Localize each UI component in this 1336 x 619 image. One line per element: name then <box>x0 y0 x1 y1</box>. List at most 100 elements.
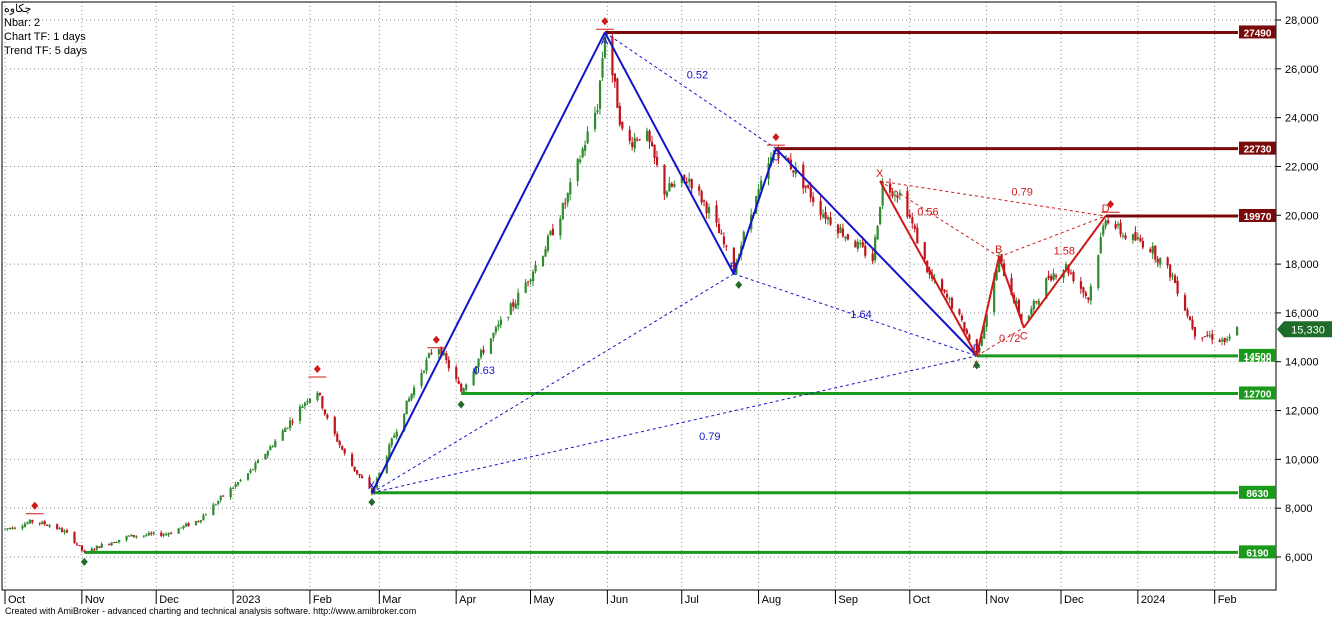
candle-body <box>551 228 555 236</box>
candle-body <box>46 525 49 527</box>
red-pattern-point-label: X <box>876 168 884 180</box>
candle-body <box>219 496 222 501</box>
candle-body <box>395 431 398 437</box>
candle-body <box>358 473 361 476</box>
x-tick-label: Apr <box>459 594 476 606</box>
candle-body <box>180 527 183 529</box>
candle-body <box>482 349 485 353</box>
candle-body <box>130 534 133 537</box>
current-price-label: 15,330 <box>1291 324 1325 336</box>
x-tick-label: May <box>534 594 555 606</box>
candle-body <box>75 543 79 545</box>
candle-body <box>41 521 44 525</box>
candle-body <box>703 200 706 202</box>
candle-body <box>509 303 512 315</box>
candle-body <box>1069 272 1073 274</box>
candle-body <box>566 192 569 203</box>
candle-body <box>8 527 12 529</box>
candle-body <box>1156 259 1159 263</box>
candle-body <box>549 231 552 236</box>
candle-body <box>1055 275 1058 277</box>
candle-body <box>546 235 550 251</box>
candle-body <box>593 112 597 130</box>
candle-body <box>809 187 812 198</box>
candle-body <box>65 530 69 533</box>
candle-body <box>559 218 562 236</box>
candle-body <box>700 191 703 203</box>
candle-body <box>237 482 240 485</box>
candle-body <box>690 179 693 189</box>
candle-body <box>462 388 465 392</box>
price-chart[interactable]: XABCD0.520.631.640.79XABCD0.790.561.580.… <box>0 0 1336 619</box>
x-tick-label: Jun <box>610 594 628 606</box>
candle-body <box>447 359 450 369</box>
candle-body <box>274 440 277 448</box>
candle-body <box>1117 224 1120 226</box>
candle-body <box>1047 275 1050 279</box>
candle-body <box>628 129 631 141</box>
candle-body <box>204 514 207 516</box>
candle-body <box>717 223 721 234</box>
hidden-level-label: 14240 <box>1244 357 1272 368</box>
candle-body <box>306 401 309 403</box>
y-tick-label: 28,000 <box>1285 15 1319 27</box>
blue-pattern-point-label: B <box>730 261 737 273</box>
candle-body <box>1183 295 1187 311</box>
x-tick-label: Dec <box>1064 594 1084 606</box>
candle-body <box>353 466 356 471</box>
candle-body <box>646 130 649 141</box>
red-pattern-point-label: C <box>1020 331 1028 343</box>
candle-body <box>1037 300 1040 305</box>
candle-body <box>229 488 232 498</box>
candle-body <box>390 438 393 446</box>
candle-body <box>303 402 307 407</box>
candle-body <box>1087 297 1090 300</box>
candle-body <box>722 236 726 245</box>
candle-body <box>708 207 711 214</box>
candle-body <box>199 520 203 522</box>
candle-body <box>633 137 636 149</box>
red-pattern-point-label: B <box>995 244 1002 256</box>
candle-body <box>1082 287 1085 293</box>
candle-body <box>98 546 101 548</box>
candle-body <box>1084 292 1087 296</box>
candle-body <box>517 292 520 306</box>
candle-body <box>1139 237 1142 242</box>
candle-body <box>61 528 64 532</box>
candle-body <box>965 329 969 334</box>
candle-body <box>58 527 61 529</box>
candle-body <box>194 521 198 526</box>
candle-body <box>251 469 255 471</box>
candle-body <box>343 448 346 454</box>
candle-body <box>95 545 98 550</box>
candle-body <box>1136 237 1140 240</box>
candle-body <box>135 536 138 538</box>
y-tick-label: 8,000 <box>1285 503 1313 515</box>
candle-body <box>1141 241 1145 248</box>
y-tick-label: 20,000 <box>1285 210 1319 222</box>
candle-body <box>923 242 926 260</box>
candle-body <box>147 532 150 536</box>
blue-pattern-point-label: X <box>368 480 376 492</box>
candle-body <box>792 170 795 173</box>
candle-body <box>497 324 500 327</box>
candle-body <box>430 352 433 354</box>
candle-body <box>232 487 235 489</box>
candle-body <box>908 214 911 218</box>
candle-body <box>638 139 641 141</box>
candle-body <box>160 532 163 536</box>
candle-body <box>83 550 86 552</box>
candle-body <box>165 534 168 536</box>
candle-body <box>326 414 329 419</box>
candle-body <box>1035 301 1038 303</box>
candle-body <box>93 549 96 551</box>
candle-body <box>73 531 76 544</box>
candle-body <box>80 545 84 551</box>
candle-body <box>356 470 359 474</box>
candle-body <box>948 298 951 300</box>
y-tick-label: 18,000 <box>1285 259 1319 271</box>
candle-body <box>960 315 964 320</box>
candle-body <box>281 430 284 441</box>
candle-body <box>110 542 113 546</box>
candle-body <box>1124 235 1127 239</box>
